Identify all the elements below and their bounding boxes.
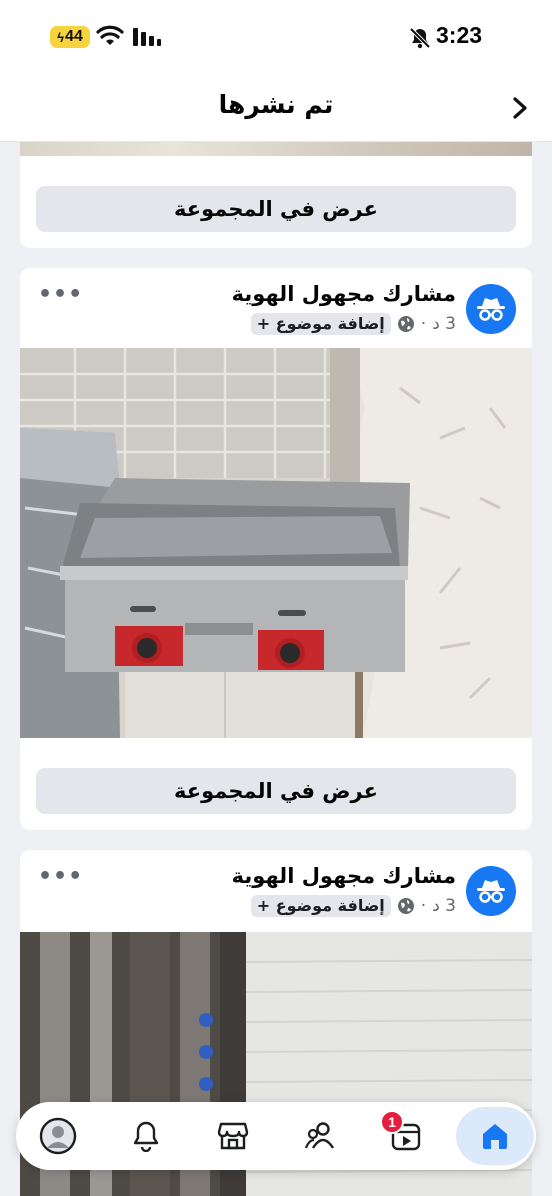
incognito-icon <box>477 298 505 321</box>
bell-muted-icon <box>409 27 431 49</box>
tab-friends[interactable] <box>296 1112 344 1160</box>
bell-icon <box>133 1121 159 1152</box>
post-card: مشارك مجهول الهوية 3 د · إضافة موضوع + •… <box>20 268 532 830</box>
post-time: 3 د <box>432 896 456 916</box>
tab-marketplace[interactable] <box>209 1112 257 1160</box>
tab-profile[interactable] <box>34 1112 82 1160</box>
friends-icon <box>304 1122 335 1149</box>
bottom-tab-bar <box>16 1102 536 1170</box>
incognito-icon <box>477 880 505 903</box>
page-header: تم نشرها <box>0 76 552 142</box>
post-header: مشارك مجهول الهوية 3 د · إضافة موضوع + •… <box>20 268 532 348</box>
add-topic-button[interactable]: إضافة موضوع + <box>250 313 391 335</box>
globe-icon <box>397 898 414 914</box>
post-meta: 3 د · إضافة موضوع + <box>250 312 456 336</box>
post-card: عرض في المجموعة <box>20 142 532 248</box>
profile-avatar-icon <box>39 1117 77 1155</box>
post-author[interactable]: مشارك مجهول الهوية <box>232 864 456 888</box>
anonymous-avatar[interactable] <box>466 284 516 334</box>
marketplace-icon <box>217 1122 249 1150</box>
status-bar: ϟ 44 3:23 <box>0 0 552 76</box>
meta-separator: · <box>420 314 427 334</box>
post-photo <box>20 142 532 156</box>
post-header: مشارك مجهول الهوية 3 د · إضافة موضوع + •… <box>20 850 532 930</box>
more-options-icon[interactable]: ••• <box>38 864 83 889</box>
add-topic-button[interactable]: إضافة موضوع + <box>250 895 391 917</box>
post-meta: 3 د · إضافة موضوع + <box>250 894 456 918</box>
page-title: تم نشرها <box>218 90 334 119</box>
post-photo[interactable] <box>20 348 532 738</box>
post-author[interactable]: مشارك مجهول الهوية <box>232 282 456 306</box>
anonymous-avatar[interactable] <box>466 866 516 916</box>
bolt-icon: ϟ <box>57 29 65 45</box>
chevron-right-icon[interactable] <box>510 96 530 120</box>
globe-icon <box>397 316 414 332</box>
tab-home[interactable] <box>456 1107 534 1165</box>
wifi-icon <box>96 25 124 45</box>
battery-indicator: ϟ 44 <box>50 26 90 48</box>
griddle-photo <box>20 348 532 738</box>
battery-level: 44 <box>65 28 83 45</box>
view-in-group-button[interactable]: عرض في المجموعة <box>36 186 516 232</box>
meta-separator: · <box>420 896 427 916</box>
post-time: 3 د <box>432 314 456 334</box>
more-options-icon[interactable]: ••• <box>38 282 83 307</box>
clock: 3:23 <box>436 22 483 48</box>
tab-notifications[interactable] <box>122 1112 170 1160</box>
view-in-group-button[interactable]: عرض في المجموعة <box>36 768 516 814</box>
video-notification-badge: 1 <box>380 1110 404 1134</box>
cellular-signal-icon <box>133 28 161 46</box>
home-icon <box>483 1124 507 1149</box>
